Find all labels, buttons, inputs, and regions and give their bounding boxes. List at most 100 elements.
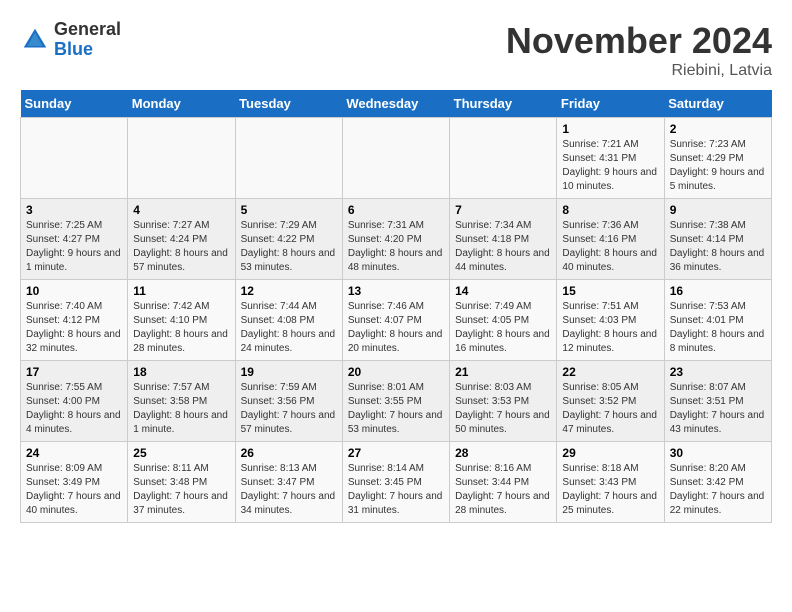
day-detail: Sunrise: 7:49 AMSunset: 4:05 PMDaylight:… — [455, 301, 550, 354]
day-number: 29 — [562, 446, 658, 460]
day-detail: Sunrise: 8:07 AMSunset: 3:51 PMDaylight:… — [670, 382, 765, 435]
day-detail: Sunrise: 7:46 AMSunset: 4:07 PMDaylight:… — [348, 301, 443, 354]
location: Riebini, Latvia — [506, 62, 772, 80]
calendar-cell — [342, 118, 449, 199]
day-detail: Sunrise: 8:14 AMSunset: 3:45 PMDaylight:… — [348, 463, 443, 516]
day-number: 3 — [26, 203, 122, 217]
calendar-cell: 15Sunrise: 7:51 AMSunset: 4:03 PMDayligh… — [557, 280, 664, 361]
calendar-week-row: 24Sunrise: 8:09 AMSunset: 3:49 PMDayligh… — [21, 442, 772, 523]
calendar-cell: 23 Sunrise: 8:07 AMSunset: 3:51 PMDayligh… — [664, 361, 771, 442]
calendar-cell: 9 Sunrise: 7:38 AMSunset: 4:14 PMDaylight… — [664, 199, 771, 280]
calendar-cell: 2 Sunrise: 7:23 AMSunset: 4:29 PMDaylight… — [664, 118, 771, 199]
calendar-cell: 10 Sunrise: 7:40 AMSunset: 4:12 PMDayligh… — [21, 280, 128, 361]
month-title: November 2024 — [506, 20, 772, 62]
calendar-cell — [235, 118, 342, 199]
calendar-cell: 21 Sunrise: 8:03 AMSunset: 3:53 PMDayligh… — [450, 361, 557, 442]
day-number: 21 — [455, 365, 551, 379]
calendar-cell: 25 Sunrise: 8:11 AMSunset: 3:48 PMDayligh… — [128, 442, 235, 523]
day-number: 7 — [455, 203, 551, 217]
day-detail: Sunrise: 7:42 AMSunset: 4:10 PMDaylight:… — [133, 301, 228, 354]
day-number: 17 — [26, 365, 122, 379]
day-detail: Sunrise: 7:57 AMSunset: 3:58 PMDaylight:… — [133, 382, 228, 435]
day-detail: Sunrise: 8:09 AMSunset: 3:49 PMDaylight:… — [26, 463, 121, 516]
calendar-cell — [450, 118, 557, 199]
day-detail: Sunrise: 8:16 AMSunset: 3:44 PMDaylight:… — [455, 463, 550, 516]
day-detail: Sunrise: 7:23 AMSunset: 4:29 PMDaylight:… — [670, 139, 765, 192]
calendar-cell: 12 Sunrise: 7:44 AMSunset: 4:08 PMDayligh… — [235, 280, 342, 361]
calendar-cell: 5 Sunrise: 7:29 AMSunset: 4:22 PMDaylight… — [235, 199, 342, 280]
calendar-week-row: 10 Sunrise: 7:40 AMSunset: 4:12 PMDayligh… — [21, 280, 772, 361]
day-detail: Sunrise: 7:29 AMSunset: 4:22 PMDaylight:… — [241, 220, 336, 273]
day-number: 15 — [562, 284, 658, 298]
day-detail: Sunrise: 7:38 AMSunset: 4:14 PMDaylight:… — [670, 220, 765, 273]
day-number: 19 — [241, 365, 337, 379]
weekday-header: Monday — [128, 90, 235, 118]
day-detail: Sunrise: 7:27 AMSunset: 4:24 PMDaylight:… — [133, 220, 228, 273]
weekday-header: Tuesday — [235, 90, 342, 118]
calendar-week-row: 3Sunrise: 7:25 AMSunset: 4:27 PMDaylight… — [21, 199, 772, 280]
weekday-header: Sunday — [21, 90, 128, 118]
day-number: 25 — [133, 446, 229, 460]
calendar-cell: 29Sunrise: 8:18 AMSunset: 3:43 PMDayligh… — [557, 442, 664, 523]
day-detail: Sunrise: 8:13 AMSunset: 3:47 PMDaylight:… — [241, 463, 336, 516]
calendar-cell: 18Sunrise: 7:57 AMSunset: 3:58 PMDayligh… — [128, 361, 235, 442]
calendar-cell: 30Sunrise: 8:20 AMSunset: 3:42 PMDayligh… — [664, 442, 771, 523]
day-number: 2 — [670, 122, 766, 136]
calendar-cell: 3Sunrise: 7:25 AMSunset: 4:27 PMDaylight… — [21, 199, 128, 280]
calendar-cell: 6Sunrise: 7:31 AMSunset: 4:20 PMDaylight… — [342, 199, 449, 280]
calendar-cell: 26 Sunrise: 8:13 AMSunset: 3:47 PMDayligh… — [235, 442, 342, 523]
calendar-cell — [128, 118, 235, 199]
logo: General Blue — [20, 20, 121, 60]
calendar-cell: 19Sunrise: 7:59 AMSunset: 3:56 PMDayligh… — [235, 361, 342, 442]
day-number: 28 — [455, 446, 551, 460]
weekday-header: Wednesday — [342, 90, 449, 118]
calendar-cell: 28 Sunrise: 8:16 AMSunset: 3:44 PMDayligh… — [450, 442, 557, 523]
calendar-cell: 4Sunrise: 7:27 AMSunset: 4:24 PMDaylight… — [128, 199, 235, 280]
page-header: General Blue November 2024 Riebini, Latv… — [20, 20, 772, 80]
calendar-cell: 24Sunrise: 8:09 AMSunset: 3:49 PMDayligh… — [21, 442, 128, 523]
day-detail: Sunrise: 7:53 AMSunset: 4:01 PMDaylight:… — [670, 301, 765, 354]
logo-general: General — [54, 20, 121, 40]
day-number: 5 — [241, 203, 337, 217]
calendar-cell: 1 Sunrise: 7:21 AMSunset: 4:31 PMDaylight… — [557, 118, 664, 199]
calendar-cell: 11 Sunrise: 7:42 AMSunset: 4:10 PMDayligh… — [128, 280, 235, 361]
day-number: 12 — [241, 284, 337, 298]
day-detail: Sunrise: 8:11 AMSunset: 3:48 PMDaylight:… — [133, 463, 228, 516]
day-detail: Sunrise: 7:36 AMSunset: 4:16 PMDaylight:… — [562, 220, 657, 273]
day-number: 22 — [562, 365, 658, 379]
day-detail: Sunrise: 7:31 AMSunset: 4:20 PMDaylight:… — [348, 220, 443, 273]
day-detail: Sunrise: 7:21 AMSunset: 4:31 PMDaylight:… — [562, 139, 657, 192]
day-number: 13 — [348, 284, 444, 298]
day-detail: Sunrise: 7:44 AMSunset: 4:08 PMDaylight:… — [241, 301, 336, 354]
day-number: 10 — [26, 284, 122, 298]
weekday-header: Thursday — [450, 90, 557, 118]
calendar-cell: 8 Sunrise: 7:36 AMSunset: 4:16 PMDaylight… — [557, 199, 664, 280]
day-detail: Sunrise: 8:05 AMSunset: 3:52 PMDaylight:… — [562, 382, 657, 435]
day-detail: Sunrise: 7:40 AMSunset: 4:12 PMDaylight:… — [26, 301, 121, 354]
calendar-cell: 16Sunrise: 7:53 AMSunset: 4:01 PMDayligh… — [664, 280, 771, 361]
calendar-cell: 17Sunrise: 7:55 AMSunset: 4:00 PMDayligh… — [21, 361, 128, 442]
title-block: November 2024 Riebini, Latvia — [506, 20, 772, 80]
calendar-cell: 14Sunrise: 7:49 AMSunset: 4:05 PMDayligh… — [450, 280, 557, 361]
day-number: 1 — [562, 122, 658, 136]
day-number: 8 — [562, 203, 658, 217]
weekday-header: Saturday — [664, 90, 771, 118]
day-number: 23 — [670, 365, 766, 379]
day-number: 9 — [670, 203, 766, 217]
day-detail: Sunrise: 8:01 AMSunset: 3:55 PMDaylight:… — [348, 382, 443, 435]
day-number: 11 — [133, 284, 229, 298]
day-detail: Sunrise: 8:20 AMSunset: 3:42 PMDaylight:… — [670, 463, 765, 516]
calendar-week-row: 17Sunrise: 7:55 AMSunset: 4:00 PMDayligh… — [21, 361, 772, 442]
day-number: 20 — [348, 365, 444, 379]
logo-text: General Blue — [54, 20, 121, 60]
calendar-cell: 20 Sunrise: 8:01 AMSunset: 3:55 PMDayligh… — [342, 361, 449, 442]
logo-blue: Blue — [54, 40, 121, 60]
day-detail: Sunrise: 8:03 AMSunset: 3:53 PMDaylight:… — [455, 382, 550, 435]
calendar-cell — [21, 118, 128, 199]
calendar-cell: 13 Sunrise: 7:46 AMSunset: 4:07 PMDayligh… — [342, 280, 449, 361]
weekday-header-row: SundayMondayTuesdayWednesdayThursdayFrid… — [21, 90, 772, 118]
weekday-header: Friday — [557, 90, 664, 118]
calendar-cell: 27Sunrise: 8:14 AMSunset: 3:45 PMDayligh… — [342, 442, 449, 523]
day-number: 26 — [241, 446, 337, 460]
calendar-table: SundayMondayTuesdayWednesdayThursdayFrid… — [20, 90, 772, 523]
